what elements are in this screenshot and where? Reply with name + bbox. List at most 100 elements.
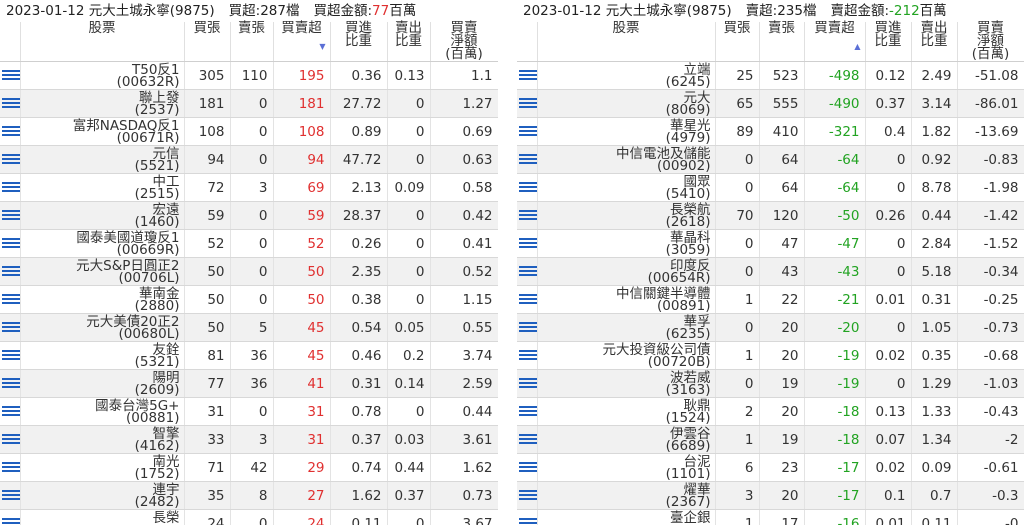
stock-cell[interactable]: 中工 (2515) [20,173,185,202]
col-header-stock[interactable]: 股票 [537,21,716,62]
stock-cell[interactable]: 華孚 (6235) [537,313,716,342]
row-menu-button[interactable] [0,201,21,230]
col-header-sell[interactable]: 賣張 [230,21,274,62]
stock-cell[interactable]: 長榮 [20,509,185,525]
row-menu-button[interactable] [517,89,538,118]
stock-cell[interactable]: 元大S&P日圓正2 (00706L) [20,257,185,286]
row-menu-button[interactable] [0,481,21,510]
stock-cell[interactable]: 宏遠 (1460) [20,201,185,230]
row-menu-button[interactable] [517,313,538,342]
table-row[interactable]: 連宇 (2482) 35 8 27 1.62 0.37 0.73 [0,481,498,510]
table-row[interactable]: 臺企銀 1 17 -16 0.01 0.11 -0 [517,509,1024,525]
stock-cell[interactable]: 南光 (1752) [20,453,185,482]
stock-cell[interactable]: 華南金 (2880) [20,285,185,314]
col-header-sell-ratio[interactable]: 賣出 比重 [387,21,431,62]
stock-cell[interactable]: 立端 (6245) [537,61,716,90]
row-menu-button[interactable] [0,285,21,314]
row-menu-button[interactable] [0,117,21,146]
table-row[interactable]: 國眾 (5410) 0 64 -64 0 8.78 -1.98 [517,173,1024,202]
table-row[interactable]: 波若威 (3163) 0 19 -19 0 1.29 -1.03 [517,369,1024,398]
stock-cell[interactable]: 華晶科 (3059) [537,229,716,258]
table-row[interactable]: 元大美債20正2 (00680L) 50 5 45 0.54 0.05 0.55 [0,313,498,342]
row-menu-button[interactable] [517,481,538,510]
row-menu-button[interactable] [0,425,21,454]
stock-cell[interactable]: 國眾 (5410) [537,173,716,202]
table-row[interactable]: 華晶科 (3059) 0 47 -47 0 2.84 -1.52 [517,229,1024,258]
table-row[interactable]: 耿鼎 (1524) 2 20 -18 0.13 1.33 -0.43 [517,397,1024,426]
col-header-stock[interactable]: 股票 [20,21,185,62]
row-menu-button[interactable] [517,257,538,286]
row-menu-button[interactable] [0,509,21,525]
table-row[interactable]: 台泥 (1101) 6 23 -17 0.02 0.09 -0.61 [517,453,1024,482]
table-row[interactable]: 燿華 (2367) 3 20 -17 0.1 0.7 -0.3 [517,481,1024,510]
row-menu-button[interactable] [0,89,21,118]
stock-cell[interactable]: T50反1 (00632R) [20,61,185,90]
col-header-sell[interactable]: 賣張 [759,21,805,62]
row-menu-button[interactable] [517,397,538,426]
stock-cell[interactable]: 華星光 (4979) [537,117,716,146]
col-header-buy[interactable]: 買張 [184,21,231,62]
stock-cell[interactable]: 波若威 (3163) [537,369,716,398]
table-row[interactable]: 元大 (8069) 65 555 -490 0.37 3.14 -86.01 [517,89,1024,118]
stock-cell[interactable]: 元大美債20正2 (00680L) [20,313,185,342]
stock-cell[interactable]: 富邦NASDAQ反1 (00671R) [20,117,185,146]
row-menu-button[interactable] [0,313,21,342]
table-row[interactable]: 中信電池及儲能 (00902) 0 64 -64 0 0.92 -0.83 [517,145,1024,174]
row-menu-button[interactable] [517,145,538,174]
stock-cell[interactable]: 印度反 (00654R) [537,257,716,286]
table-row[interactable]: 元大投資級公司債 (00720B) 1 20 -19 0.02 0.35 -0.68 [517,341,1024,370]
table-row[interactable]: 陽明 (2609) 77 36 41 0.31 0.14 2.59 [0,369,498,398]
table-row[interactable]: 印度反 (00654R) 0 43 -43 0 5.18 -0.34 [517,257,1024,286]
stock-cell[interactable]: 陽明 (2609) [20,369,185,398]
table-row[interactable]: 長榮航 (2618) 70 120 -50 0.26 0.44 -1.42 [517,201,1024,230]
table-row[interactable]: 立端 (6245) 25 523 -498 0.12 2.49 -51.08 [517,61,1024,90]
row-menu-button[interactable] [0,369,21,398]
stock-cell[interactable]: 連宇 (2482) [20,481,185,510]
col-header-amount[interactable]: 買賣 淨額 (百萬) [957,21,1024,62]
row-menu-button[interactable] [517,425,538,454]
table-row[interactable]: 中工 (2515) 72 3 69 2.13 0.09 0.58 [0,173,498,202]
table-row[interactable]: 華南金 (2880) 50 0 50 0.38 0 1.15 [0,285,498,314]
stock-cell[interactable]: 友銓 (5321) [20,341,185,370]
col-header-amount[interactable]: 買賣 淨額 (百萬) [430,21,498,62]
table-row[interactable]: 元大S&P日圓正2 (00706L) 50 0 50 2.35 0 0.52 [0,257,498,286]
row-menu-button[interactable] [517,201,538,230]
col-header-buy-ratio[interactable]: 買進 比重 [865,21,912,62]
stock-cell[interactable]: 台泥 (1101) [537,453,716,482]
stock-cell[interactable]: 臺企銀 [537,509,716,525]
row-menu-button[interactable] [517,117,538,146]
stock-cell[interactable]: 國泰美國道瓊反1 (00669R) [20,229,185,258]
row-menu-button[interactable] [0,229,21,258]
row-menu-button[interactable] [0,257,21,286]
col-header-buy[interactable]: 買張 [715,21,760,62]
table-row[interactable]: 富邦NASDAQ反1 (00671R) 108 0 108 0.89 0 0.69 [0,117,498,146]
row-menu-button[interactable] [517,285,538,314]
stock-cell[interactable]: 燿華 (2367) [537,481,716,510]
stock-cell[interactable]: 智擎 (4162) [20,425,185,454]
row-menu-button[interactable] [0,341,21,370]
table-row[interactable]: 聯上發 (2537) 181 0 181 27.72 0 1.27 [0,89,498,118]
row-menu-button[interactable] [517,61,538,90]
col-header-sell-ratio[interactable]: 賣出 比重 [911,21,958,62]
table-row[interactable]: 南光 (1752) 71 42 29 0.74 0.44 1.62 [0,453,498,482]
table-row[interactable]: 友銓 (5321) 81 36 45 0.46 0.2 3.74 [0,341,498,370]
col-header-buy-ratio[interactable]: 買進 比重 [330,21,388,62]
col-header-net[interactable]: 買賣超 ▲ [804,21,866,62]
stock-cell[interactable]: 伊雲谷 (6689) [537,425,716,454]
table-row[interactable]: 智擎 (4162) 33 3 31 0.37 0.03 3.61 [0,425,498,454]
row-menu-button[interactable] [517,453,538,482]
table-row[interactable]: 伊雲谷 (6689) 1 19 -18 0.07 1.34 -2 [517,425,1024,454]
stock-cell[interactable]: 元信 (5521) [20,145,185,174]
stock-cell[interactable]: 元大 (8069) [537,89,716,118]
row-menu-button[interactable] [517,509,538,525]
row-menu-button[interactable] [0,173,21,202]
row-menu-button[interactable] [517,229,538,258]
row-menu-button[interactable] [517,173,538,202]
row-menu-button[interactable] [517,341,538,370]
stock-cell[interactable]: 中信關鍵半導體 (00891) [537,285,716,314]
row-menu-button[interactable] [0,145,21,174]
table-row[interactable]: 中信關鍵半導體 (00891) 1 22 -21 0.01 0.31 -0.25 [517,285,1024,314]
table-row[interactable]: 國泰美國道瓊反1 (00669R) 52 0 52 0.26 0 0.41 [0,229,498,258]
table-row[interactable]: 宏遠 (1460) 59 0 59 28.37 0 0.42 [0,201,498,230]
row-menu-button[interactable] [0,453,21,482]
